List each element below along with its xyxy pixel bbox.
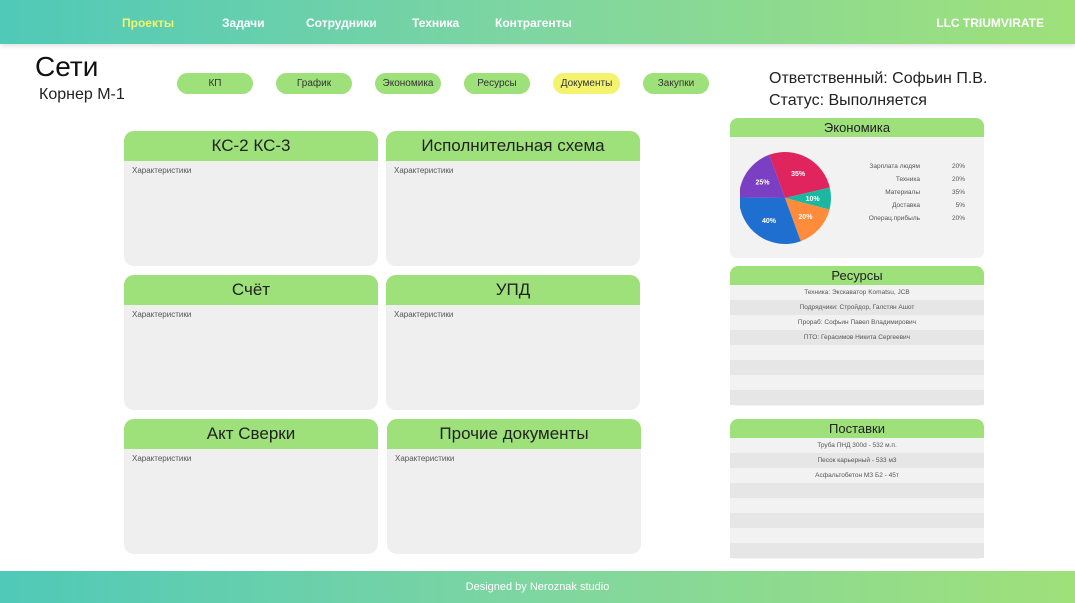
doc-card-reconciliation[interactable]: Акт Сверки Характеристики — [124, 419, 378, 554]
doc-card-title: УПД — [386, 275, 640, 305]
supply-row — [730, 513, 984, 528]
legend-value: 20% — [951, 163, 965, 170]
resource-row: Прораб: Софьин Павел Владимирович — [797, 319, 917, 326]
legend-value: 35% — [951, 189, 965, 196]
resource-row — [730, 360, 984, 375]
resource-row — [730, 375, 984, 390]
top-navigation-bar: Проекты Задачи Сотрудники Техника Контра… — [0, 0, 1075, 44]
supplies-panel-title: Поставки — [730, 419, 984, 438]
doc-card-body: Характеристики — [132, 310, 192, 319]
supply-row: Асфальтобетон МЗ Б2 - 45т — [815, 472, 899, 479]
economy-panel-title: Экономика — [730, 118, 984, 137]
footer: Designed by Neroznak studio — [0, 571, 1075, 603]
legend-row: Зарплата людям 20% — [865, 160, 965, 173]
footer-credit: Designed by Neroznak studio — [465, 581, 610, 593]
supply-row — [730, 483, 984, 498]
resource-row — [730, 345, 984, 360]
legend-label: Материалы — [885, 189, 920, 196]
economy-pie-chart: 35% 10% 20% 40% 25% — [740, 152, 831, 244]
page-title: Сети — [35, 51, 99, 82]
legend-row: Операц.прибыль 20% — [865, 212, 965, 225]
pie-slice-label: 40% — [762, 218, 777, 225]
tab-resources[interactable]: Ресурсы — [464, 73, 530, 94]
legend-row: Техника 20% — [865, 173, 965, 186]
legend-row: Материалы 35% — [865, 186, 965, 199]
pie-slice-label: 35% — [791, 171, 806, 178]
tab-economy[interactable]: Экономика — [375, 73, 441, 94]
doc-card-body: Характеристики — [394, 310, 454, 319]
doc-card-body: Характеристики — [132, 454, 192, 463]
legend-label: Доставка — [892, 202, 920, 209]
doc-card-body: Характеристики — [394, 166, 454, 175]
doc-card-title: КС-2 КС-3 — [124, 131, 378, 161]
nav-projects[interactable]: Проекты — [122, 16, 174, 30]
doc-card-title: Счёт — [124, 275, 378, 305]
doc-card-ks[interactable]: КС-2 КС-3 Характеристики — [124, 131, 378, 266]
legend-label: Зарплата людям — [869, 163, 920, 170]
economy-legend: Зарплата людям 20% Техника 20% Материалы… — [865, 160, 965, 225]
legend-value: 20% — [951, 215, 965, 222]
doc-card-other[interactable]: Прочие документы Характеристики — [387, 419, 641, 554]
doc-card-body: Характеристики — [132, 166, 192, 175]
resource-row — [730, 390, 984, 405]
resources-panel-title: Ресурсы — [730, 266, 984, 285]
supply-row: Труба ПНД 300d - 532 м.п. — [817, 442, 897, 449]
economy-panel: 35% 10% 20% 40% 25% Зарплата людям 20% Техни… — [730, 137, 984, 258]
responsible-person: Ответственный: Софьин П.В. — [769, 70, 988, 87]
page-subtitle: Корнер М-1 — [39, 86, 125, 103]
pie-slice-label: 20% — [798, 214, 813, 221]
nav-equipment[interactable]: Техника — [412, 16, 459, 30]
tab-kp[interactable]: КП — [177, 73, 253, 94]
doc-card-title: Прочие документы — [387, 419, 641, 449]
legend-value: 20% — [951, 176, 965, 183]
legend-value: 5% — [955, 202, 965, 209]
pie-slice-label: 25% — [755, 180, 770, 187]
supply-row: Песок карьерный - 533 м3 — [730, 453, 984, 468]
nav-employees[interactable]: Сотрудники — [306, 16, 377, 30]
doc-card-title: Исполнительная схема — [386, 131, 640, 161]
legend-row: Доставка 5% — [865, 199, 965, 212]
doc-card-executive-scheme[interactable]: Исполнительная схема Характеристики — [386, 131, 640, 266]
doc-card-upd[interactable]: УПД Характеристики — [386, 275, 640, 410]
project-status: Статус: Выполняется — [769, 92, 927, 109]
supply-row — [730, 528, 984, 543]
resource-row: ПТО: Герасимов Никита Сергеевич — [730, 330, 984, 345]
nav-tasks[interactable]: Задачи — [222, 16, 265, 30]
tab-schedule[interactable]: График — [276, 73, 352, 94]
tab-purchases[interactable]: Закупки — [643, 73, 709, 94]
pie-slice-label: 10% — [806, 196, 821, 203]
doc-card-body: Характеристики — [395, 454, 455, 463]
doc-card-title: Акт Сверки — [124, 419, 378, 449]
legend-label: Техника — [895, 176, 920, 183]
tab-documents[interactable]: Документы — [553, 73, 620, 94]
nav-counterparties[interactable]: Контрагенты — [495, 16, 572, 30]
legend-label: Операц.прибыль — [868, 215, 920, 222]
resource-row: Подрядчики: Стройдор, Галстян Ашот — [730, 300, 984, 315]
supply-row — [730, 543, 984, 558]
company-name: LLC TRIUMVIRATE — [936, 16, 1044, 30]
doc-card-invoice[interactable]: Счёт Характеристики — [124, 275, 378, 410]
resources-panel: Техника: Экскаватор Komatsu, JCB Подрядч… — [730, 285, 984, 406]
supplies-panel: Труба ПНД 300d - 532 м.п. Песок карьерны… — [730, 438, 984, 559]
supply-row — [730, 498, 984, 513]
resource-row: Техника: Экскаватор Komatsu, JCB — [804, 289, 910, 296]
